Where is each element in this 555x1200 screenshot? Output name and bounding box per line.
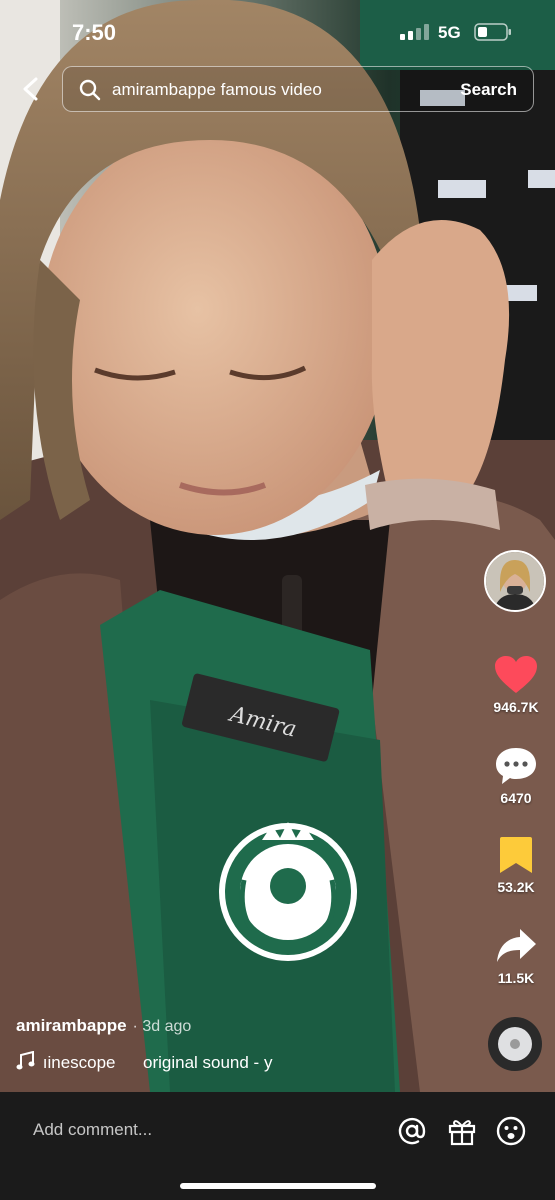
username[interactable]: amirambappe [16,1016,127,1035]
share-action[interactable]: 11.5K [481,926,551,986]
comment-action[interactable]: 6470 [481,746,551,806]
like-count: 946.7K [493,699,539,715]
share-count: 11.5K [497,970,535,986]
add-comment-input[interactable]: Add comment... [33,1120,152,1140]
sound-title: original sound - y [142,1053,273,1072]
video-player[interactable]: Amira [0,0,555,1092]
music-note-icon [16,1051,35,1070]
emoji-icon[interactable] [496,1116,526,1146]
status-time: 7:50 [72,20,117,45]
post-meta: amirambappe · 3d ago [16,1016,191,1036]
network-type: 5G [438,23,461,42]
bookmark-icon[interactable] [494,835,538,875]
back-arrow-icon[interactable] [16,74,46,104]
share-arrow-icon[interactable] [494,926,538,966]
heart-icon[interactable] [494,655,538,695]
home-indicator [180,1183,376,1189]
avatar-image [486,552,544,610]
signal-strength-icon [400,24,429,40]
at-icon[interactable] [397,1116,427,1146]
video-frame: Amira [0,0,555,1092]
battery-icon [474,23,511,41]
sound-creator: ıinescope [42,1053,116,1072]
search-icon [79,79,101,101]
sound-info[interactable]: ıinescope original sound - y [16,1051,272,1073]
like-action[interactable]: 946.7K [481,655,551,715]
save-count: 53.2K [497,879,535,895]
creator-avatar[interactable] [484,550,546,612]
gift-icon[interactable] [447,1116,477,1146]
post-time: · 3d ago [132,1018,192,1035]
search-bar[interactable]: amirambappe famous video Search [62,66,534,112]
comment-count: 6470 [500,790,532,806]
tiktok-video-screen: Amira 7:50 5G amirambappe famous video S… [0,0,555,1200]
search-query[interactable]: amirambappe famous video [112,80,322,100]
sound-disc-icon[interactable] [487,1016,543,1072]
save-action[interactable]: 53.2K [481,835,551,895]
status-bar: 7:50 5G [0,0,555,62]
search-button[interactable]: Search [460,80,517,100]
comment-bubble-icon[interactable] [494,746,538,786]
